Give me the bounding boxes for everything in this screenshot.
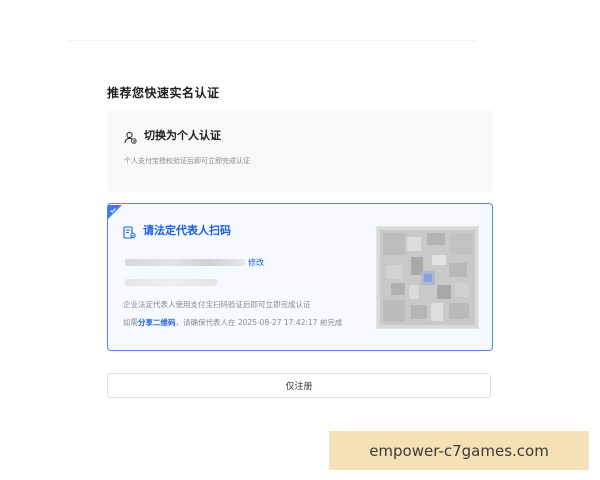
personal-auth-header: 切换为个人认证 (124, 127, 221, 144)
legal-rep-scan-option[interactable]: 请法定代表人扫码 修改 企业法定代表人使用支付宝扫码验证后即可立即完成认证 如需… (107, 203, 493, 351)
legal-rep-header: 请法定代表人扫码 (123, 222, 231, 239)
document-scan-icon (123, 224, 136, 239)
legal-rep-description: 企业法定代表人使用支付宝扫码验证后即可立即完成认证 (123, 300, 311, 309)
qr-code (376, 226, 479, 329)
personal-auth-title: 切换为个人认证 (144, 129, 221, 142)
personal-auth-description: 个人支付宝授权验证后即可立即完成认证 (124, 157, 250, 165)
page: 推荐您快速实名认证 切换为个人认证 个人支付宝授权验证后即可立即完成认证 请法定… (0, 0, 600, 480)
selected-check-icon (108, 204, 122, 219)
section-title: 推荐您快速实名认证 (107, 86, 220, 100)
masked-company-name (125, 259, 245, 266)
modify-link[interactable]: 修改 (248, 257, 264, 268)
masked-rep-name (125, 279, 217, 286)
share-qr-line: 如需分享二维码，请确保代表人在 2025-08-27 17:42:17 前完成 (123, 317, 342, 328)
share-prefix: 如需 (123, 318, 138, 327)
share-deadline-text: ，请确保代表人在 2025-08-27 17:42:17 前完成 (175, 318, 343, 327)
watermark: empower-c7games.com (329, 431, 589, 470)
top-divider (68, 40, 476, 41)
register-only-button[interactable]: 仅注册 (107, 373, 491, 398)
masked-company-row: 修改 (125, 257, 264, 268)
user-switch-icon (124, 129, 137, 144)
share-qr-link[interactable]: 分享二维码 (138, 318, 176, 327)
legal-rep-title: 请法定代表人扫码 (143, 224, 231, 237)
personal-auth-option[interactable]: 切换为个人认证 个人支付宝授权验证后即可立即完成认证 (107, 110, 493, 192)
